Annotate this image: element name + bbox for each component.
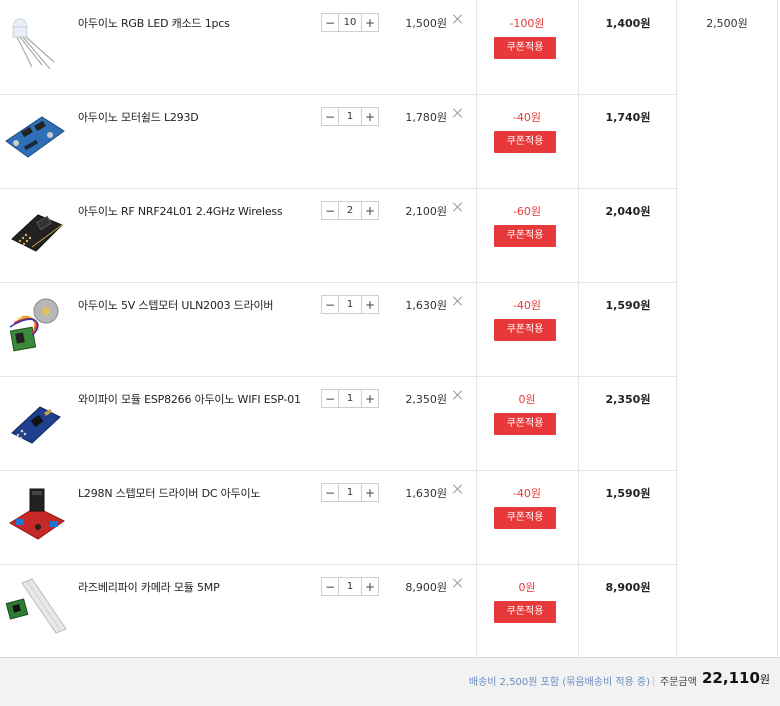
plus-icon[interactable]: + bbox=[361, 202, 378, 219]
plus-icon[interactable]: + bbox=[361, 484, 378, 501]
apply-coupon-button[interactable]: 쿠폰적용 bbox=[494, 601, 556, 623]
close-icon[interactable] bbox=[453, 578, 463, 588]
product-name[interactable]: 와이파이 모듈 ESP8266 아두이노 WIFI ESP-01 bbox=[78, 391, 301, 407]
apply-coupon-button[interactable]: 쿠폰적용 bbox=[494, 37, 556, 59]
product-name[interactable]: 라즈베리파이 카메라 모듈 5MP bbox=[78, 579, 220, 595]
minus-icon[interactable]: − bbox=[322, 108, 339, 125]
unit-price: 8,900원 bbox=[405, 581, 447, 594]
led-image[interactable] bbox=[2, 7, 68, 73]
cart-row: 아두이노 5V 스텝모터 ULN2003 드라이버 − 1 + 1,630원 -… bbox=[0, 282, 677, 377]
final-price: 8,900원 bbox=[605, 581, 651, 594]
product-name[interactable]: L298N 스텝모터 드라이버 DC 아두이노 bbox=[78, 485, 261, 501]
total-label: 주문금액 bbox=[660, 677, 697, 688]
close-icon[interactable] bbox=[453, 484, 463, 494]
column-divider bbox=[777, 0, 778, 657]
order-summary: 배송비 2,500원 포함 (묶음배송비 적용 중) 주문금액 22,110원 bbox=[0, 657, 780, 706]
total-unit: 원 bbox=[759, 673, 771, 686]
final-price: 1,740원 bbox=[605, 111, 651, 124]
minus-icon[interactable]: − bbox=[322, 390, 339, 407]
apply-coupon-button[interactable]: 쿠폰적용 bbox=[494, 413, 556, 435]
quantity-value[interactable]: 1 bbox=[339, 484, 361, 501]
discount-amount: -40원 bbox=[512, 299, 542, 312]
cart-row: L298N 스텝모터 드라이버 DC 아두이노 − 1 + 1,630원 -40… bbox=[0, 470, 677, 565]
apply-coupon-button[interactable]: 쿠폰적용 bbox=[494, 225, 556, 247]
final-price: 1,400원 bbox=[605, 17, 651, 30]
quantity-value[interactable]: 2 bbox=[339, 202, 361, 219]
quantity-value[interactable]: 1 bbox=[339, 578, 361, 595]
apply-coupon-button[interactable]: 쿠폰적용 bbox=[494, 319, 556, 341]
quantity-stepper: − 1 + bbox=[321, 107, 379, 126]
quantity-stepper: − 10 + bbox=[321, 13, 379, 32]
minus-icon[interactable]: − bbox=[322, 14, 339, 31]
unit-price: 2,350원 bbox=[405, 393, 447, 406]
discount-amount: 0원 bbox=[518, 581, 536, 594]
order-total: 22,110원 bbox=[702, 669, 770, 687]
unit-price: 2,100원 bbox=[405, 205, 447, 218]
minus-icon[interactable]: − bbox=[322, 202, 339, 219]
shipping-fee: 2,500원 bbox=[706, 17, 748, 30]
final-price: 1,590원 bbox=[605, 299, 651, 312]
minus-icon[interactable]: − bbox=[322, 296, 339, 313]
product-name[interactable]: 아두이노 모터쉴드 L293D bbox=[78, 109, 199, 125]
quantity-value[interactable]: 10 bbox=[339, 14, 361, 31]
product-name[interactable]: 아두이노 RGB LED 캐소드 1pcs bbox=[78, 15, 230, 31]
plus-icon[interactable]: + bbox=[361, 578, 378, 595]
discount-amount: -60원 bbox=[512, 205, 542, 218]
product-name[interactable]: 아두이노 RF NRF24L01 2.4GHz Wireless bbox=[78, 203, 283, 219]
unit-price: 1,500원 bbox=[405, 17, 447, 30]
plus-icon[interactable]: + bbox=[361, 296, 378, 313]
camera-module-image[interactable] bbox=[2, 571, 68, 637]
unit-price: 1,630원 bbox=[405, 299, 447, 312]
discount-amount: -40원 bbox=[512, 487, 542, 500]
motor-shield-image[interactable] bbox=[2, 101, 68, 167]
close-icon[interactable] bbox=[453, 296, 463, 306]
discount-amount: -40원 bbox=[512, 111, 542, 124]
minus-icon[interactable]: − bbox=[322, 484, 339, 501]
close-icon[interactable] bbox=[453, 390, 463, 400]
apply-coupon-button[interactable]: 쿠폰적용 bbox=[494, 131, 556, 153]
quantity-value[interactable]: 1 bbox=[339, 390, 361, 407]
apply-coupon-button[interactable]: 쿠폰적용 bbox=[494, 507, 556, 529]
final-price: 1,590원 bbox=[605, 487, 651, 500]
quantity-stepper: − 1 + bbox=[321, 577, 379, 596]
cart-row: 아두이노 RGB LED 캐소드 1pcs − 10 + 1,500원 -100… bbox=[0, 0, 677, 95]
wifi-module-image[interactable] bbox=[2, 383, 68, 449]
plus-icon[interactable]: + bbox=[361, 390, 378, 407]
final-price: 2,040원 bbox=[605, 205, 651, 218]
total-value: 22,110 bbox=[702, 669, 760, 687]
minus-icon[interactable]: − bbox=[322, 578, 339, 595]
plus-icon[interactable]: + bbox=[361, 14, 378, 31]
close-icon[interactable] bbox=[453, 14, 463, 24]
discount-amount: -100원 bbox=[509, 17, 545, 30]
close-icon[interactable] bbox=[453, 202, 463, 212]
quantity-value[interactable]: 1 bbox=[339, 296, 361, 313]
unit-price: 1,780원 bbox=[405, 111, 447, 124]
discount-amount: 0원 bbox=[518, 393, 536, 406]
cart-row: 라즈베리파이 카메라 모듈 5MP − 1 + 8,900원 0원 쿠폰적용 8… bbox=[0, 564, 677, 657]
cart-row: 아두이노 모터쉴드 L293D − 1 + 1,780원 -40원 쿠폰적용 1… bbox=[0, 94, 677, 189]
product-name[interactable]: 아두이노 5V 스텝모터 ULN2003 드라이버 bbox=[78, 297, 274, 313]
final-price: 2,350원 bbox=[605, 393, 651, 406]
cart-row: 와이파이 모듈 ESP8266 아두이노 WIFI ESP-01 − 1 + 2… bbox=[0, 376, 677, 471]
close-icon[interactable] bbox=[453, 108, 463, 118]
stepper-motor-image[interactable] bbox=[2, 289, 68, 355]
quantity-stepper: − 2 + bbox=[321, 201, 379, 220]
cart-row: 아두이노 RF NRF24L01 2.4GHz Wireless − 2 + 2… bbox=[0, 188, 677, 283]
quantity-stepper: − 1 + bbox=[321, 389, 379, 408]
shipping-note: 배송비 2,500원 포함 (묶음배송비 적용 중) bbox=[468, 677, 650, 688]
quantity-stepper: − 1 + bbox=[321, 483, 379, 502]
l298n-image[interactable] bbox=[2, 477, 68, 543]
quantity-stepper: − 1 + bbox=[321, 295, 379, 314]
unit-price: 1,630원 bbox=[405, 487, 447, 500]
quantity-value[interactable]: 1 bbox=[339, 108, 361, 125]
rf-module-image[interactable] bbox=[2, 195, 68, 261]
divider bbox=[653, 676, 654, 686]
cart-table: 2,500원 아두이노 RGB LED 캐소드 1pcs − 10 + 1,50… bbox=[0, 0, 780, 706]
plus-icon[interactable]: + bbox=[361, 108, 378, 125]
